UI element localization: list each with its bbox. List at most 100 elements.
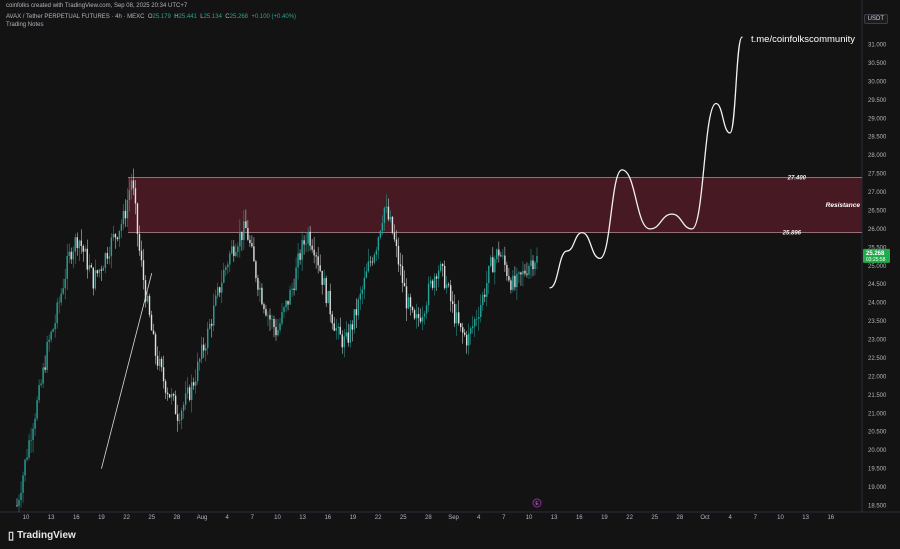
candle-body: [307, 231, 309, 244]
candle-body: [112, 234, 115, 238]
candle-body: [385, 206, 388, 208]
candle-body: [164, 381, 167, 393]
candle-body: [502, 255, 504, 257]
candle-body: [532, 260, 534, 270]
candle-body: [180, 410, 183, 420]
candle-body: [16, 505, 18, 507]
candle-body: [413, 310, 416, 319]
candle-body: [190, 382, 193, 400]
candle-body: [369, 261, 372, 263]
support-trendline[interactable]: [101, 273, 153, 469]
candle-body: [229, 253, 231, 265]
candle-body: [140, 250, 143, 261]
candle-body: [275, 327, 277, 336]
candle-body: [357, 299, 360, 316]
candle-body: [271, 318, 273, 320]
candle-body: [323, 278, 325, 285]
candle-body: [397, 245, 400, 265]
candle-body: [435, 276, 438, 279]
candle-body: [156, 355, 159, 366]
candle-body: [303, 240, 305, 245]
resistance-zone[interactable]: [128, 177, 862, 233]
currency-badge[interactable]: USDT: [863, 14, 888, 24]
candle-body: [76, 237, 78, 249]
candle-body: [249, 239, 251, 244]
candle-body: [443, 265, 446, 289]
candle-body: [321, 270, 323, 285]
candle-body: [48, 339, 50, 342]
y-tick-label: 23.000: [868, 338, 887, 344]
x-tick-label: 28: [677, 515, 684, 521]
candle-body: [168, 394, 171, 398]
candle-body: [178, 419, 181, 421]
candle-body: [451, 301, 454, 304]
x-tick-label: 28: [174, 515, 181, 521]
candle-body: [486, 283, 488, 297]
candle-body: [337, 326, 339, 328]
projection-path[interactable]: [549, 36, 743, 289]
candle-body: [267, 315, 269, 316]
x-tick-label: 4: [729, 515, 733, 521]
watermark-url: t.me/coinfolkscommunity: [751, 34, 855, 45]
candle-body: [245, 221, 247, 228]
x-tick-label: 16: [827, 515, 834, 521]
candle-body: [255, 261, 257, 279]
candle-body: [449, 285, 452, 302]
candle-body: [120, 224, 123, 231]
candle-body: [201, 344, 203, 360]
candle-body: [34, 418, 36, 429]
candle-body: [536, 255, 538, 263]
x-tick-label: 10: [23, 515, 30, 521]
candle-body: [379, 230, 382, 238]
candle-body: [343, 336, 345, 348]
candle-body: [345, 332, 347, 337]
price-chart[interactable]: 27.400 25.896 Resistance t.me/coinfolkscomm…: [0, 0, 900, 549]
candle-body: [331, 314, 333, 324]
symbol-name[interactable]: AVAX / Tether PERPETUAL FUTURES · 4h · M…: [6, 14, 144, 20]
candle-body: [313, 249, 315, 256]
candle-body: [128, 190, 131, 201]
candle-body: [58, 302, 60, 303]
candle-body: [528, 265, 530, 275]
candle-body: [110, 237, 113, 257]
candle-body: [359, 293, 362, 300]
candle-body: [421, 316, 424, 322]
candle-body: [508, 275, 510, 281]
candle-body: [299, 253, 301, 260]
candle-body: [510, 280, 512, 290]
candle-body: [235, 251, 237, 256]
candle-body: [295, 267, 297, 291]
candle-body: [70, 251, 72, 260]
tradingview-logo: ▯ TradingView: [8, 529, 76, 542]
candle-body: [365, 271, 368, 278]
candle-body: [484, 294, 486, 297]
y-tick-label: 30.000: [868, 79, 887, 85]
resistance-low-label: 25.896: [782, 231, 802, 237]
candle-body: [138, 234, 141, 251]
x-tick-label: 13: [802, 515, 809, 521]
y-tick-label: 18.500: [868, 504, 887, 510]
candle-body: [349, 324, 351, 343]
candle-body: [457, 312, 460, 324]
candle-body: [285, 300, 287, 308]
candle-body: [170, 393, 173, 398]
candle-body: [455, 312, 458, 324]
x-tick-label: 13: [551, 515, 558, 521]
candle-body: [22, 475, 24, 493]
candle-body: [265, 309, 267, 316]
candle-body: [134, 188, 137, 204]
candle-body: [122, 210, 125, 225]
candle-body: [136, 203, 139, 235]
candle-body: [407, 297, 410, 309]
candle-body: [391, 216, 394, 233]
x-tick-label: 19: [601, 515, 608, 521]
candle-body: [506, 264, 508, 276]
candle-body: [439, 264, 442, 271]
y-tick-label: 27.000: [868, 190, 887, 196]
candle-body: [317, 256, 319, 266]
candle-body: [237, 246, 239, 252]
x-tick-label: 28: [425, 515, 432, 521]
candle-body: [82, 246, 84, 252]
candle-body: [213, 305, 215, 326]
x-tick-label: 10: [274, 515, 281, 521]
